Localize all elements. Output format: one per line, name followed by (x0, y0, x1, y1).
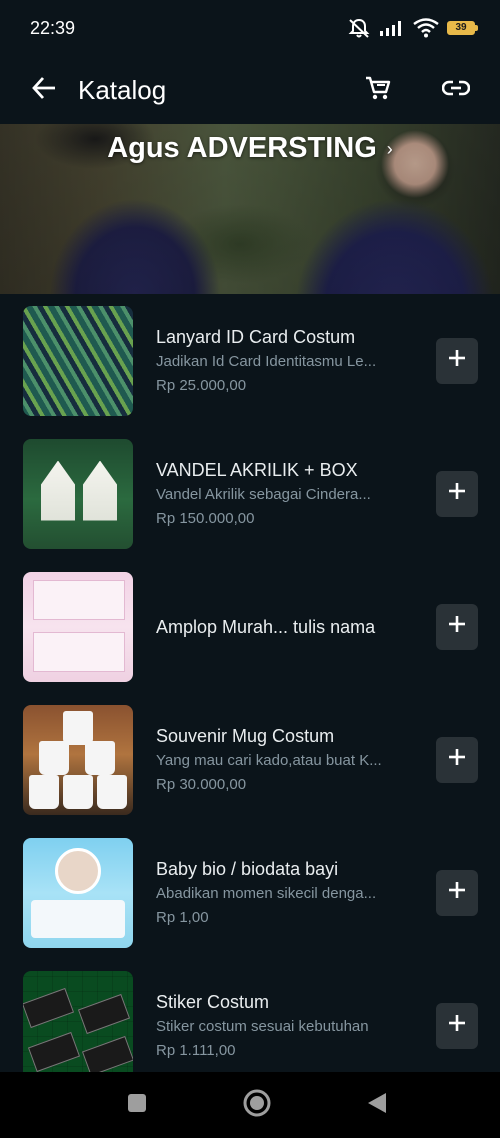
plus-icon (447, 1013, 467, 1038)
product-name: Lanyard ID Card Costum (156, 326, 356, 347)
product-price: Rp 30.000,00 (156, 775, 247, 793)
catalog-banner[interactable]: Agus ADVERSTING › (0, 124, 500, 294)
back-button[interactable] (20, 66, 68, 114)
status-time: 22:39 (30, 17, 76, 38)
status-bar: 22:39 39 (0, 0, 500, 56)
back-triangle-icon[interactable] (366, 1091, 388, 1120)
product-item-lanyard[interactable]: Lanyard ID Card Costum Jadikan Id Card I… (0, 294, 500, 427)
product-description: Vandel Akrilik sebagai Cindera... (156, 485, 371, 503)
product-name: Souvenir Mug Costum (156, 725, 335, 746)
app-bar-actions (354, 66, 480, 114)
chevron-right-icon: › (386, 138, 393, 159)
add-to-cart-button[interactable] (436, 869, 478, 916)
link-icon (441, 79, 471, 102)
product-image (23, 837, 133, 948)
add-to-cart-button[interactable] (436, 337, 478, 384)
signal-icon (379, 19, 405, 37)
product-item-mug[interactable]: Souvenir Mug Costum Yang mau cari kado,a… (0, 693, 500, 826)
product-image (23, 571, 133, 682)
plus-icon (447, 614, 467, 639)
cart-button[interactable] (354, 66, 402, 114)
product-name: VANDEL AKRILIK + BOX (156, 459, 358, 480)
cart-icon (365, 75, 391, 106)
add-to-cart-button[interactable] (436, 603, 478, 650)
product-price: Rp 25.000,00 (156, 376, 247, 394)
wifi-icon (413, 18, 439, 38)
product-description: Jadikan Id Card Identitasmu Le... (156, 352, 377, 370)
product-description: Abadikan momen sikecil denga... (156, 884, 377, 902)
product-price: Rp 1.111,00 (156, 1041, 236, 1059)
back-arrow-icon (31, 75, 57, 106)
app-bar: Katalog (0, 56, 500, 124)
home-circle-icon[interactable] (242, 1088, 272, 1123)
business-name-text: Agus ADVERSTING (107, 132, 377, 164)
share-link-button[interactable] (432, 66, 480, 114)
plus-icon (447, 348, 467, 373)
product-list: Lanyard ID Card Costum Jadikan Id Card I… (0, 294, 500, 1092)
mute-vibrate-icon (347, 17, 371, 39)
product-price: Rp 1,00 (156, 908, 209, 926)
battery-icon: 39 (447, 21, 478, 35)
product-image (23, 970, 133, 1081)
recents-square-icon[interactable] (126, 1092, 148, 1119)
product-name: Baby bio / biodata bayi (156, 858, 339, 879)
product-item-baby-bio[interactable]: Baby bio / biodata bayi Abadikan momen s… (0, 826, 500, 959)
product-name: Amplop Murah... tulis nama (156, 616, 376, 637)
page-title: Katalog (78, 74, 167, 105)
product-image (23, 704, 133, 815)
product-image (23, 438, 133, 549)
status-icons: 39 (347, 17, 478, 39)
add-to-cart-button[interactable] (436, 736, 478, 783)
product-image (23, 305, 133, 416)
plus-icon (447, 880, 467, 905)
add-to-cart-button[interactable] (436, 470, 478, 517)
product-price: Rp 150.000,00 (156, 509, 255, 527)
product-item-amplop[interactable]: Amplop Murah... tulis nama (0, 560, 500, 693)
battery-level: 39 (447, 21, 475, 35)
product-name: Stiker Costum (156, 991, 270, 1012)
plus-icon (447, 747, 467, 772)
business-name[interactable]: Agus ADVERSTING › (0, 132, 500, 165)
system-nav-bar (0, 1072, 500, 1138)
plus-icon (447, 481, 467, 506)
add-to-cart-button[interactable] (436, 1002, 478, 1049)
product-description: Yang mau cari kado,atau buat K... (156, 751, 382, 769)
product-item-vandel[interactable]: VANDEL AKRILIK + BOX Vandel Akrilik seba… (0, 427, 500, 560)
product-description: Stiker costum sesuai kebutuhan (156, 1017, 369, 1035)
